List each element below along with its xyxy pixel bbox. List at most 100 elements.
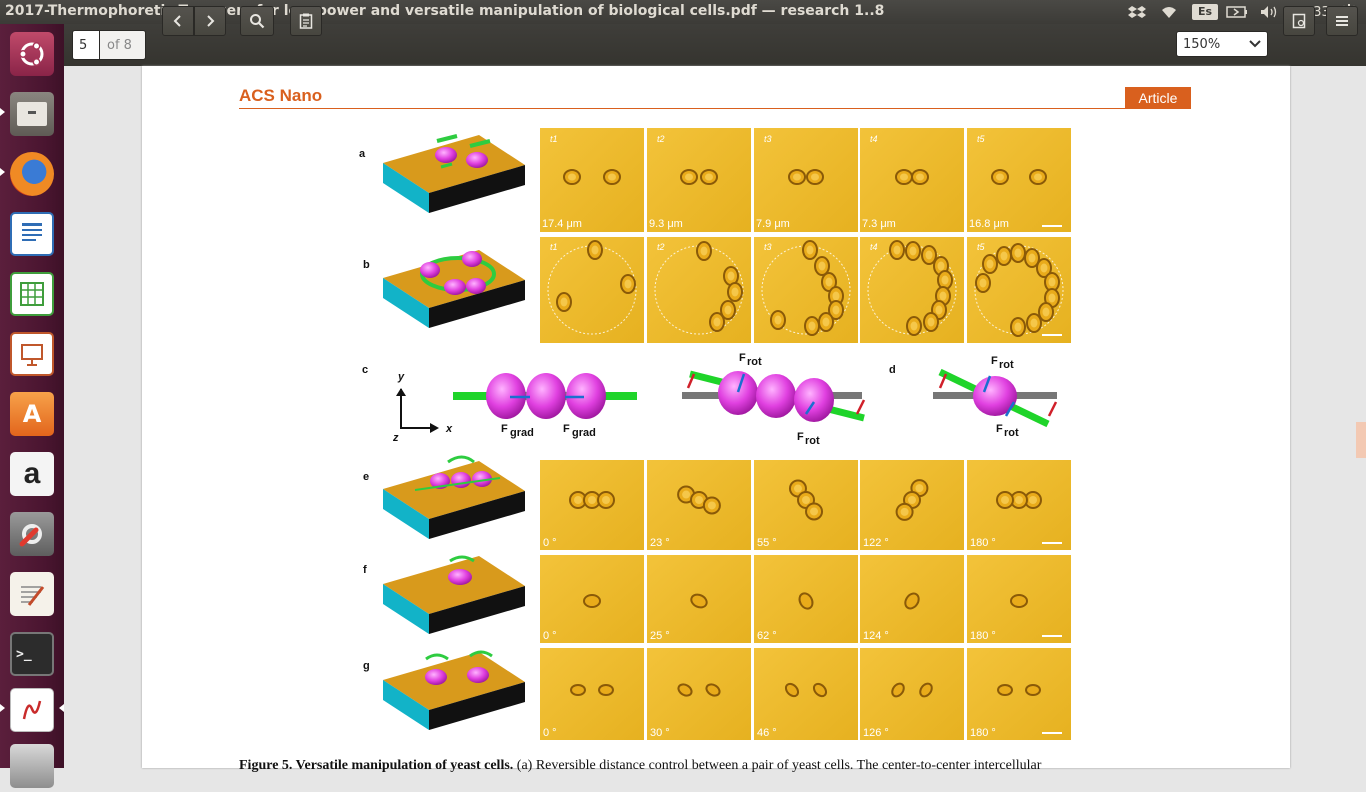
force-label: F xyxy=(797,431,804,443)
tile-f-5: 180 ° xyxy=(967,555,1071,643)
angle-label: 180 ° xyxy=(970,537,996,549)
yeast-cell-core xyxy=(608,173,616,181)
tile-a-2: t2 9.3 μm xyxy=(647,128,751,232)
cell-icon xyxy=(467,667,489,683)
figure-5: a b c d e f g t1 17.4 μm t2 9.3 μm t3 7.9 μm t4 7.3 μm… xyxy=(359,128,1071,740)
angle-label: 46 ° xyxy=(757,727,777,739)
yeast-cell-core xyxy=(713,317,721,327)
time-label: t3 xyxy=(764,134,772,144)
yeast-cell-core xyxy=(1015,496,1023,504)
tile-e-5: 180 ° xyxy=(967,460,1071,550)
yeast-cell-core xyxy=(793,484,802,493)
cell-icon xyxy=(451,472,471,488)
figure-caption: Figure 5. Versatile manipulation of yeas… xyxy=(239,758,1041,774)
tile-b-1: t1 xyxy=(540,237,644,343)
angle-label: 62 ° xyxy=(757,630,777,642)
arrow-icon xyxy=(436,134,458,143)
tile-b-2: t2 xyxy=(647,237,751,343)
force-label: F xyxy=(501,423,508,435)
yeast-cell-core xyxy=(1001,496,1009,504)
scale-bar xyxy=(1042,334,1062,336)
scale-bar xyxy=(1042,542,1062,544)
angle-label: 180 ° xyxy=(970,727,996,739)
tile-b-5: t5 xyxy=(967,237,1071,343)
time-label: t2 xyxy=(657,134,665,144)
time-label: t1 xyxy=(550,242,558,252)
force-subscript: grad xyxy=(510,427,534,439)
panel-b-diagram xyxy=(383,250,525,328)
yeast-cell-core xyxy=(695,496,703,504)
yeast-cell-core xyxy=(624,279,632,289)
yeast-cell-core xyxy=(927,317,935,327)
angle-label: 0 ° xyxy=(543,727,557,739)
yeast-cell-core xyxy=(925,250,933,260)
yeast-cell-core xyxy=(724,305,732,315)
yeast-cell-core xyxy=(822,317,830,327)
panel-letter-b: b xyxy=(363,259,370,271)
yeast-cell-core xyxy=(802,496,810,504)
yeast-cell-core xyxy=(811,173,819,181)
yeast-cell-core xyxy=(832,291,840,301)
angle-label: 25 ° xyxy=(650,630,670,642)
distance-label: 16.8 μm xyxy=(969,218,1009,230)
yeast-cell-core xyxy=(935,305,943,315)
panel-f-diagram xyxy=(383,555,525,634)
panel-letter-e: e xyxy=(363,471,369,483)
yeast-cell-core xyxy=(1034,173,1042,181)
cell-icon xyxy=(794,378,834,422)
yeast-cell-core xyxy=(1040,263,1048,273)
panel-c-schematic: yxzF grad FgradF rotF rot xyxy=(392,352,866,447)
rotate-arrow-icon xyxy=(447,455,475,464)
tile-g-4: 126 ° xyxy=(860,648,964,740)
yeast-cell xyxy=(997,684,1013,696)
force-label: F xyxy=(996,423,1003,435)
yeast-cell-core xyxy=(910,321,918,331)
panel-letter-d: d xyxy=(889,364,896,376)
tile-e-1: 0 ° xyxy=(540,460,644,550)
force-subscript: grad xyxy=(572,427,596,439)
caption-title: Figure 5. Versatile manipulation of yeas… xyxy=(239,758,514,773)
panel-letter-c: c xyxy=(362,364,368,376)
cell-icon xyxy=(448,569,472,585)
yeast-cell-core xyxy=(1000,251,1008,261)
scale-bar xyxy=(1042,732,1062,734)
distance-label: 7.3 μm xyxy=(862,218,896,230)
tile-g-3: 46 ° xyxy=(754,648,858,740)
tile-a-4: t4 7.3 μm xyxy=(860,128,964,232)
angle-label: 124 ° xyxy=(863,630,889,642)
tile-g-1: 0 ° xyxy=(540,648,644,740)
yeast-cell-core xyxy=(808,321,816,331)
time-label: t4 xyxy=(870,134,878,144)
tile-a-3: t3 7.9 μm xyxy=(754,128,858,232)
time-label: t5 xyxy=(977,134,986,144)
yeast-cell-core xyxy=(727,271,735,281)
cell-icon xyxy=(718,371,758,415)
yeast-cell-core xyxy=(560,297,568,307)
angle-label: 126 ° xyxy=(863,727,889,739)
force-subscript: rot xyxy=(747,356,762,368)
arrow-icon xyxy=(430,423,439,433)
yeast-cell xyxy=(570,684,586,696)
time-label: t1 xyxy=(550,134,558,144)
yeast-cell-core xyxy=(825,277,833,287)
arrow-icon xyxy=(396,388,406,396)
yeast-cell-core xyxy=(1048,293,1056,303)
angle-label: 23 ° xyxy=(650,537,670,549)
yeast-cell-core xyxy=(774,315,782,325)
yeast-cell-core xyxy=(916,173,924,181)
force-label: F xyxy=(739,352,746,364)
force-label: F xyxy=(991,355,998,367)
panel-letter-a: a xyxy=(359,148,366,160)
yeast-cell-core xyxy=(1029,496,1037,504)
yeast-cell-core xyxy=(591,245,599,255)
angle-label: 0 ° xyxy=(543,537,557,549)
tile-a-5: t5 16.8 μm xyxy=(967,128,1071,232)
yeast-cell-core xyxy=(1014,322,1022,332)
yeast-cell-core xyxy=(832,305,840,315)
time-label: t2 xyxy=(657,242,665,252)
tile-f-3: 62 ° xyxy=(754,555,858,643)
yeast-cell-core xyxy=(806,245,814,255)
cell-icon xyxy=(444,279,466,295)
tile-a-1: t1 17.4 μm xyxy=(540,128,644,232)
angle-label: 122 ° xyxy=(863,537,889,549)
